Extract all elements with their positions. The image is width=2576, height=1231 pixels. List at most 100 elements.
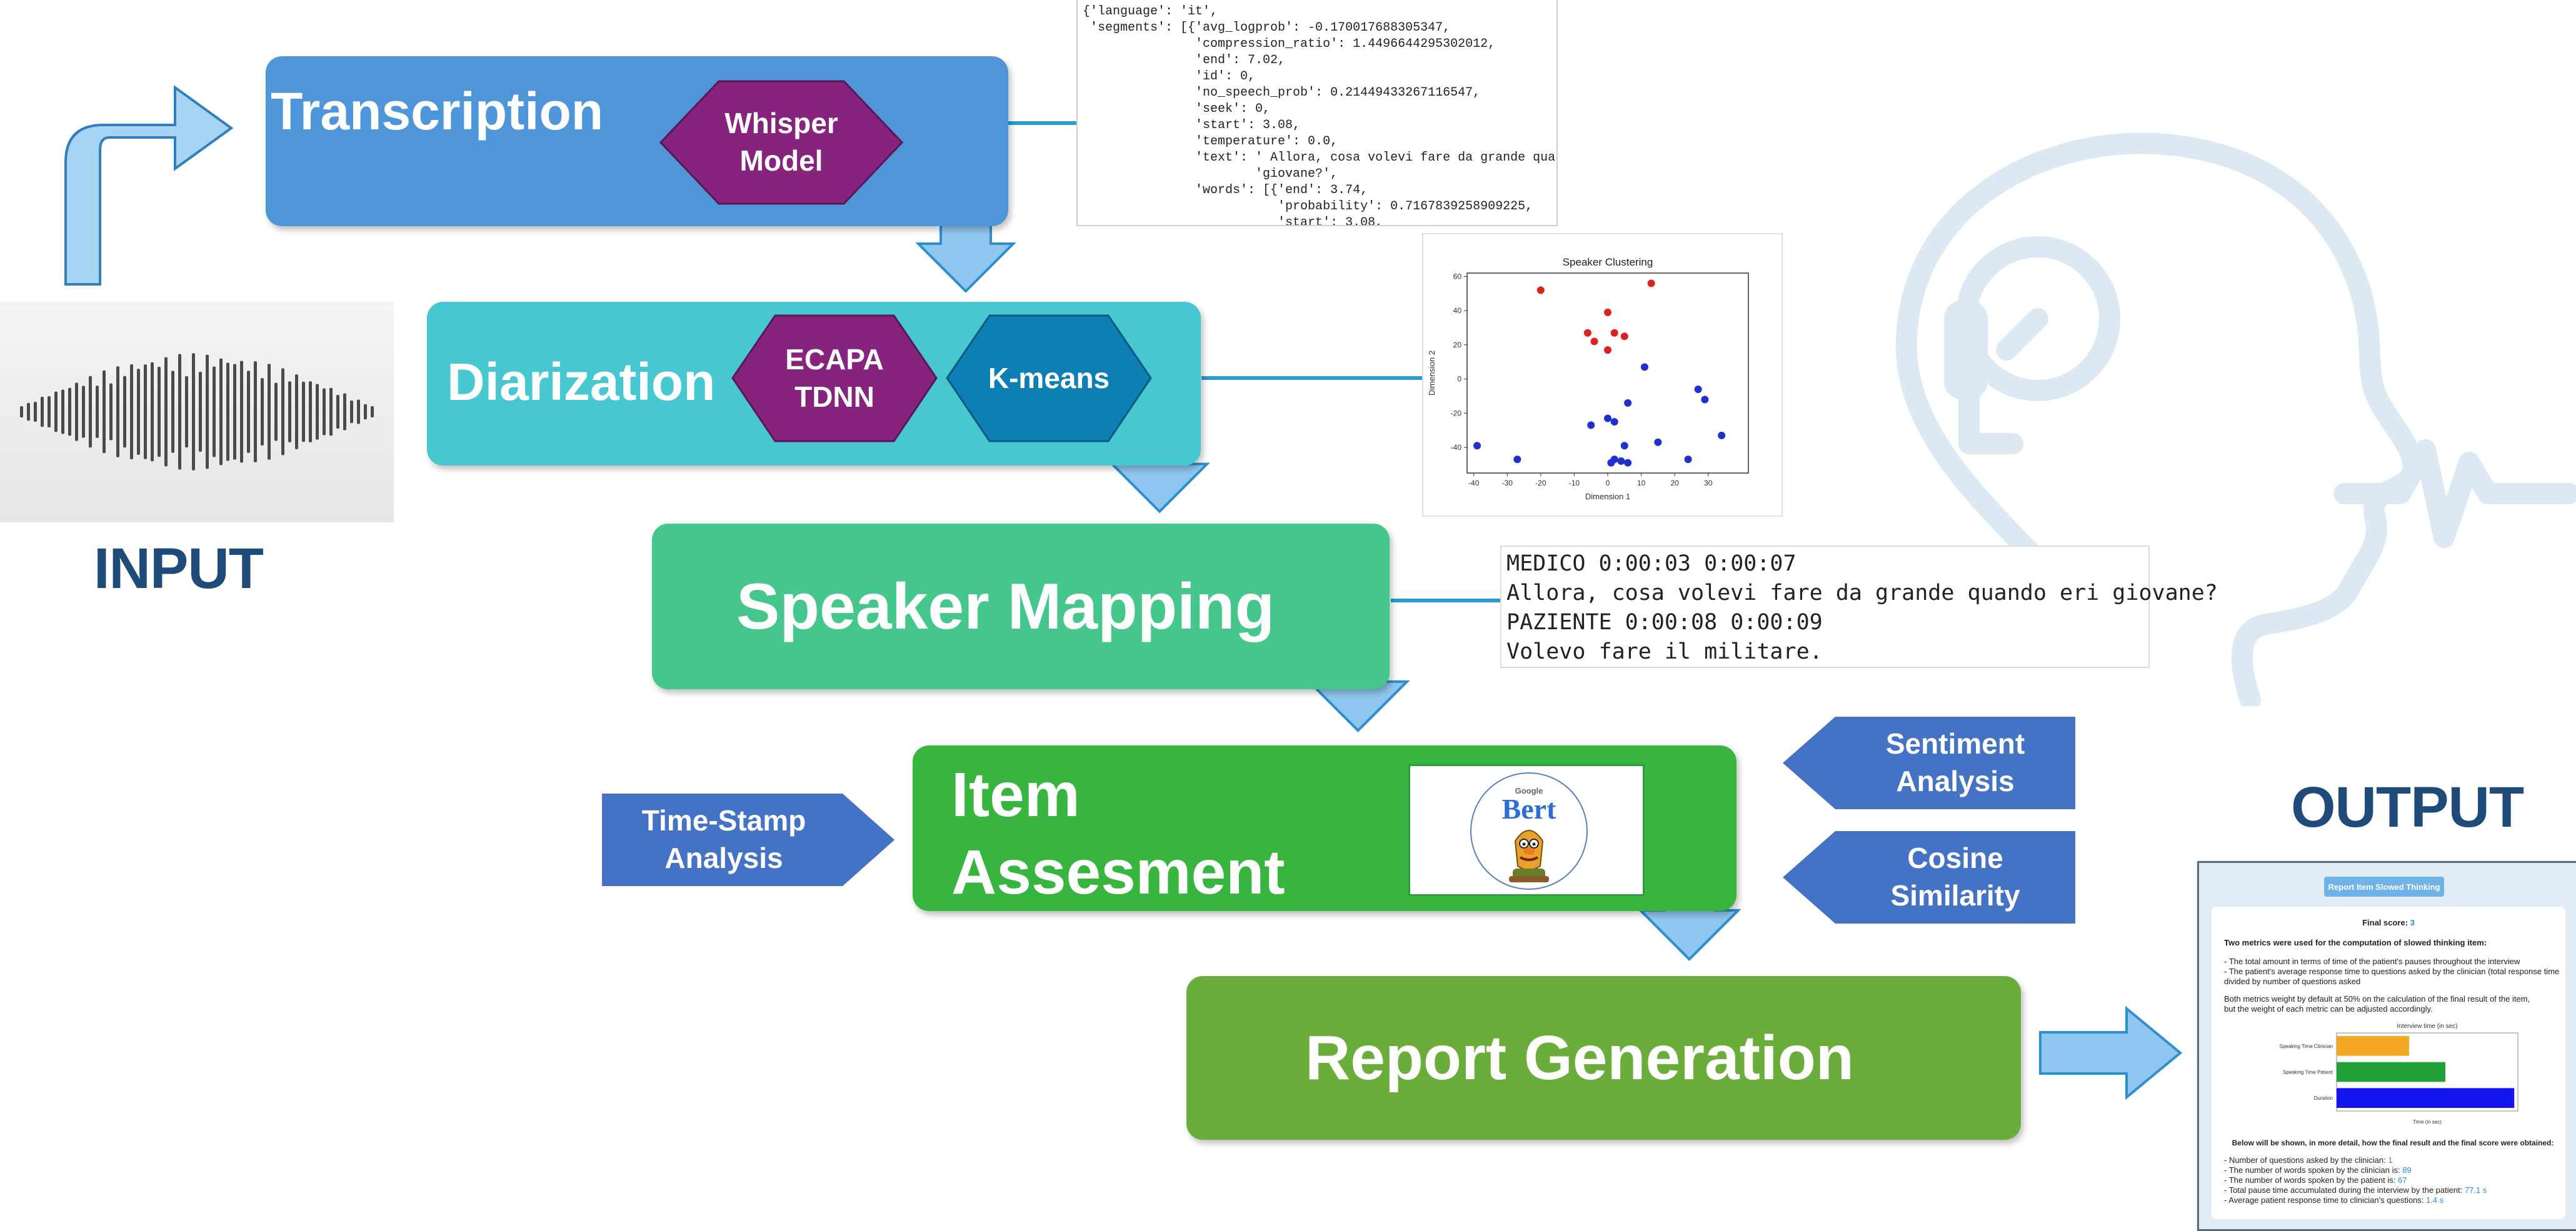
json-line: 'probability': 0.7167839258909225, [1083, 199, 1533, 214]
data-point [1701, 396, 1709, 404]
waveform-bar [336, 394, 339, 429]
data-point [1610, 329, 1618, 337]
mini-chart-category: Duration [2314, 1095, 2333, 1101]
transcript-line: PAZIENTE 0:00:08 0:00:09 [1506, 610, 1823, 635]
mini-chart-xlabel: Time (in sec) [2413, 1119, 2442, 1125]
time-stamp-analysis-label: Time-Stamp Analysis [641, 804, 806, 874]
diarized-transcript: MEDICO 0:00:03 0:00:07 Allora, cosa volev… [1500, 546, 2218, 668]
plot-frame [1466, 272, 1749, 474]
detail-value: 77.1 s [2464, 1185, 2487, 1195]
whisper-model-label: Whisper Model [724, 107, 838, 177]
details-heading: Below will be shown, in more detail, how… [2232, 1139, 2554, 1147]
report-line: - The total amount in terms of time of t… [2224, 957, 2520, 966]
detail-value: 1.4 s [2426, 1195, 2444, 1205]
time-stamp-analysis-arrow: Time-Stamp Analysis [602, 794, 896, 886]
data-point [1620, 442, 1628, 450]
x-axis-label: Dimension 1 [1585, 492, 1630, 501]
data-point [1624, 399, 1632, 407]
data-point [1654, 438, 1662, 446]
x-tick-label: 30 [1704, 479, 1713, 487]
kmeans-node: K-means [946, 314, 1152, 442]
waveform-bar [240, 361, 243, 463]
json-line: 'text': ' Allora, cosa volevi fare da gr… [1195, 151, 1556, 165]
transcript-line: Allora, cosa volevi fare da grande quand… [1506, 581, 2218, 606]
waveform-bar [323, 388, 326, 436]
y-tick-label: -20 [1451, 409, 1462, 417]
waveform-bar [247, 371, 250, 453]
json-line: 'words': [{'end': 3.74, [1083, 183, 1368, 197]
x-tick-label: -40 [1468, 479, 1480, 487]
waveform-bar [185, 376, 188, 448]
detail-row: - The number of words spoken by the pati… [2224, 1175, 2487, 1185]
y-tick-label: 40 [1453, 306, 1462, 315]
output-label: OUTPUT [2291, 775, 2524, 839]
x-tick-label: 10 [1637, 479, 1646, 487]
detail-row: - Average patient response time to clini… [2224, 1195, 2487, 1205]
waveform-bar [144, 364, 147, 459]
waveform-bar [41, 396, 44, 427]
waveform-bar [281, 368, 284, 456]
bert-logo-panel: Google Bert [1408, 764, 1645, 896]
mini-chart-category: Speaking Time Clinician [2280, 1044, 2333, 1049]
detail-label: - The number of words spoken by the clin… [2224, 1165, 2403, 1175]
report-generation-stage: Report Generation [1186, 976, 2021, 1140]
data-point [1684, 456, 1692, 464]
data-point [1624, 459, 1632, 467]
waveform-bar [20, 406, 23, 417]
report-heading: Two metrics were used for the computatio… [2224, 938, 2487, 947]
waveform-bar [137, 369, 140, 455]
data-point [1647, 279, 1655, 287]
stage-title: Speaker Mapping [736, 571, 1275, 643]
speaker-mapping-stage: Speaker Mapping [652, 524, 1390, 689]
waveform-bar [96, 386, 99, 438]
data-point [1640, 363, 1648, 371]
detail-value: 89 [2402, 1165, 2412, 1175]
x-tick-label: 20 [1670, 479, 1679, 487]
waveform-bar [364, 404, 367, 420]
flow-arrow-output [2039, 1006, 2183, 1100]
input-arrow [64, 85, 234, 286]
stage-title-line1: Item [951, 760, 1080, 830]
waveform-bar [75, 382, 78, 441]
report-details: - Number of questions asked by the clini… [2224, 1155, 2487, 1205]
waveform-bar [34, 402, 37, 422]
data-point [1718, 431, 1726, 439]
ecapa-tdnn-node: ECAPA TDNN [731, 314, 938, 442]
waveform-bar [171, 371, 174, 453]
item-assessment-stage: Item Assesment Google Bert [913, 745, 1737, 911]
waveform-bar [268, 364, 271, 460]
json-code-block: {'language': 'it', 'segments': [{'avg_lo… [1078, 0, 1556, 225]
scatter-plot: Speaker Clustering -40 -30 -20 -10 0 10 20 30 -40… [1427, 256, 1749, 501]
waveform-bar [123, 376, 126, 448]
transcript-lines: MEDICO 0:00:03 0:00:07 Allora, cosa volev… [1501, 547, 2218, 667]
x-tick-label: -30 [1502, 479, 1513, 487]
stage-title: Transcription [271, 82, 604, 141]
final-score-label: Final score: [2362, 918, 2408, 927]
waveform-bar [213, 366, 216, 457]
data-point [1536, 286, 1545, 294]
json-line: 'giovane?', [1083, 167, 1338, 181]
data-point [1513, 456, 1521, 464]
json-line: 'end': 7.02, [1083, 53, 1286, 67]
waveform-bar [288, 381, 291, 442]
detail-label: - Number of questions asked by the clini… [2224, 1155, 2388, 1165]
mini-chart-bar [2337, 1062, 2445, 1082]
diarization-stage: Diarization ECAPA TDNN K-means [427, 302, 1201, 466]
waveform-bar [295, 374, 298, 449]
data-point [1583, 329, 1591, 337]
data-point [1610, 417, 1618, 426]
waveform-bar [68, 387, 71, 436]
ecapa-tdnn-label: ECAPA TDNN [785, 342, 884, 413]
waveform-bar [350, 400, 353, 424]
data-point [1587, 421, 1595, 429]
transcript-line: MEDICO 0:00:03 0:00:07 [1506, 551, 1797, 576]
json-line: 'segments': [{'avg_logprob': -0.17001768… [1083, 21, 1451, 35]
report-line: divided by number of questions asked [2224, 977, 2361, 986]
report-title-button[interactable]: Report Item Slowed Thinking [2324, 877, 2444, 897]
waveform-bar [61, 389, 64, 434]
connector-transcription [1006, 121, 1076, 125]
waveform-bar [357, 399, 360, 424]
report-preview: Report Item Slowed Thinking Final score:… [2197, 861, 2576, 1231]
json-line: 'no_speech_prob': 0.21449433267116547, [1083, 86, 1481, 100]
detail-label: - Total pause time accumulated during th… [2224, 1185, 2465, 1195]
